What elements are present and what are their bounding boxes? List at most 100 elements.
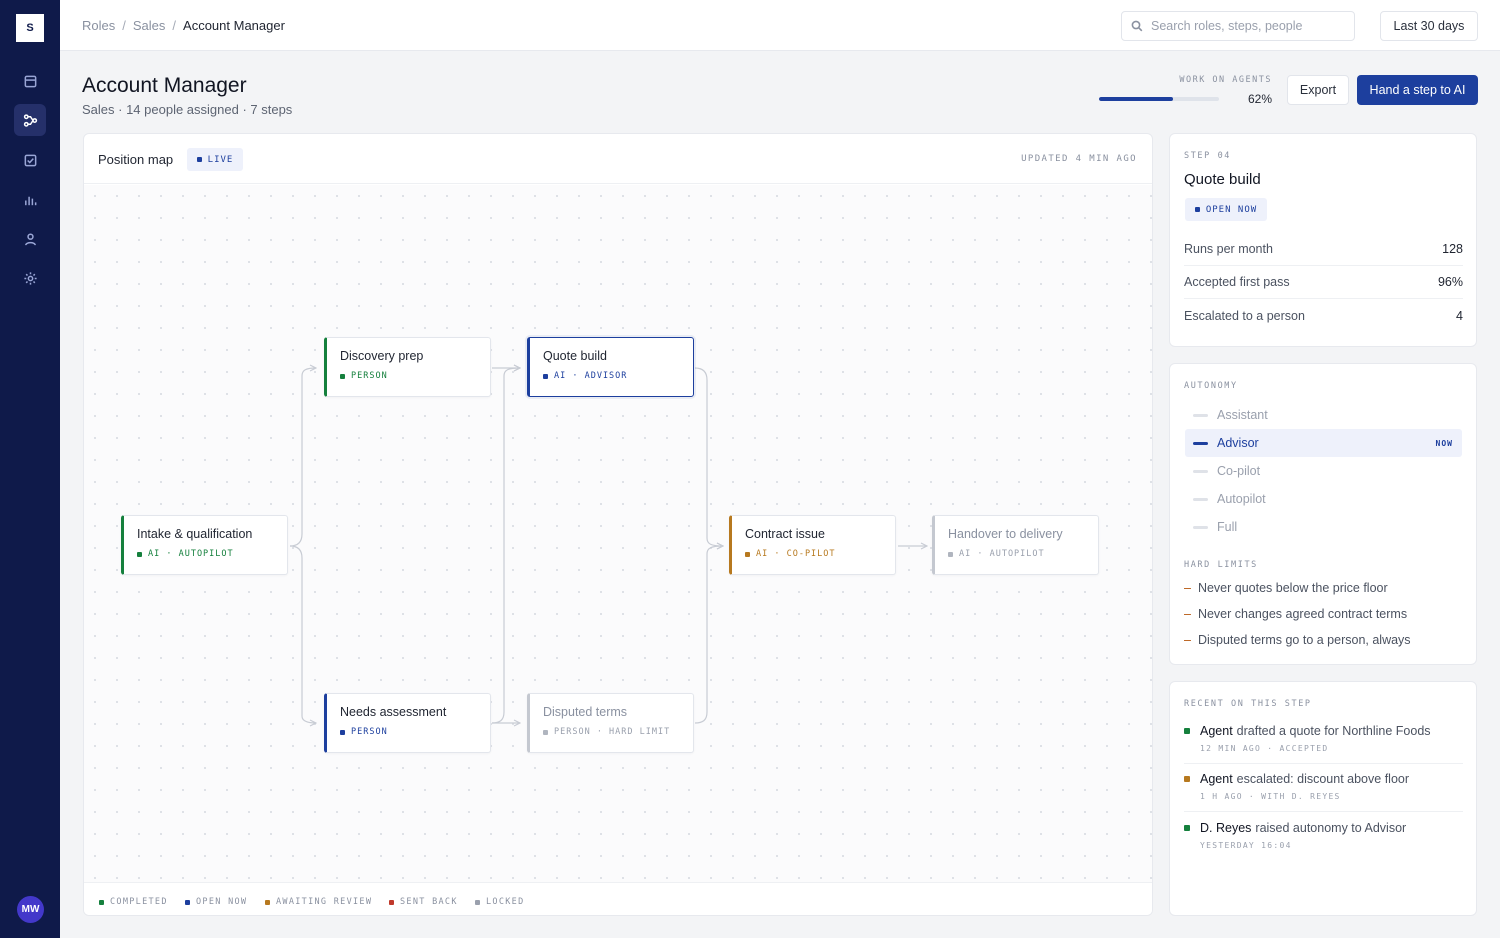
checkbox-icon bbox=[24, 154, 36, 166]
hard-limit-item: – Disputed terms go to a person, always bbox=[1184, 633, 1411, 647]
search-icon bbox=[1131, 20, 1143, 32]
node-discovery-prep[interactable]: Discovery prep PERSON bbox=[324, 337, 491, 397]
node-meta: AI · ADVISOR bbox=[543, 371, 627, 381]
app-logo[interactable]: S bbox=[16, 14, 44, 42]
top-bar: Roles/Sales/Account Manager Last 30 days bbox=[60, 0, 1500, 51]
node-contract-issue[interactable]: Contract issue AI · CO-PILOT bbox=[729, 515, 896, 575]
work-on-agents-label: WORK ON AGENTS bbox=[1179, 75, 1272, 85]
sidebar-item-analytics[interactable] bbox=[14, 184, 46, 216]
node-quote-build[interactable]: Quote build AI · ADVISOR bbox=[527, 337, 694, 397]
search-box[interactable] bbox=[1121, 11, 1355, 41]
activity-meta: YESTERDAY 16:04 bbox=[1200, 841, 1292, 850]
step-number-label: STEP 04 bbox=[1184, 151, 1232, 161]
sidebar-item-tasks[interactable] bbox=[14, 144, 46, 176]
status-dot bbox=[137, 551, 142, 557]
breadcrumb-sales[interactable]: Sales bbox=[133, 18, 166, 33]
node-meta: PERSON bbox=[340, 371, 388, 381]
sidebar-item-workflow[interactable] bbox=[14, 104, 46, 136]
autonomy-card: AUTONOMY Assistant Advisor NOW Co-pilot A… bbox=[1169, 363, 1477, 665]
status-dot bbox=[948, 551, 953, 557]
status-dot bbox=[745, 551, 750, 557]
node-title: Quote build bbox=[543, 349, 607, 363]
activity-item[interactable]: Agent drafted a quote for Northline Foods… bbox=[1184, 724, 1463, 764]
gear-icon bbox=[23, 271, 37, 285]
step-detail-card: STEP 04 Quote build OPEN NOW Runs per mo… bbox=[1169, 133, 1477, 347]
autonomy-level-advisor[interactable]: Advisor NOW bbox=[1185, 429, 1462, 457]
legend-open-now: OPEN NOW bbox=[185, 897, 247, 907]
node-disputed-terms[interactable]: Disputed terms PERSON · HARD LIMIT bbox=[527, 693, 694, 753]
legend-sent-back: SENT BACK bbox=[389, 897, 458, 907]
now-badge: NOW bbox=[1435, 438, 1453, 448]
person-icon bbox=[24, 233, 36, 245]
date-range-button[interactable]: Last 30 days bbox=[1380, 11, 1478, 41]
autonomy-level-co-pilot[interactable]: Co-pilot bbox=[1185, 457, 1462, 485]
status-dot bbox=[340, 373, 345, 379]
workflow-icon bbox=[23, 113, 37, 127]
stat-runs-per-month: Runs per month 128 bbox=[1184, 233, 1463, 266]
status-dot bbox=[1184, 776, 1190, 782]
node-meta: AI · AUTOPILOT bbox=[948, 549, 1045, 559]
legend-locked: LOCKED bbox=[475, 897, 525, 907]
recent-label: RECENT ON THIS STEP bbox=[1184, 699, 1312, 709]
autonomy-label: AUTONOMY bbox=[1184, 381, 1238, 391]
node-title: Intake & qualification bbox=[137, 527, 253, 541]
edge-quote-contract bbox=[694, 367, 723, 546]
activity-meta: 12 MIN AGO · ACCEPTED bbox=[1200, 744, 1329, 753]
position-map-panel: Position map LIVE UPDATED 4 MIN AGO Inta… bbox=[83, 133, 1153, 916]
export-button[interactable]: Export bbox=[1287, 75, 1349, 105]
sidebar-item-people[interactable] bbox=[14, 223, 46, 255]
work-on-agents-value: 62% bbox=[1247, 92, 1272, 106]
breadcrumb: Roles / Sales / Account Manager bbox=[82, 18, 285, 33]
step-title: Quote build bbox=[1184, 171, 1261, 188]
node-meta: PERSON bbox=[340, 727, 388, 737]
activity-item[interactable]: D. Reyes raised autonomy to Advisor YESTE… bbox=[1184, 821, 1463, 850]
autonomy-level-autopilot[interactable]: Autopilot bbox=[1185, 485, 1462, 513]
hard-limit-item: – Never changes agreed contract terms bbox=[1184, 607, 1408, 621]
breadcrumb-current: Account Manager bbox=[183, 18, 285, 33]
stat-escalated: Escalated to a person 4 bbox=[1184, 308, 1463, 323]
bar-chart-icon bbox=[24, 196, 36, 205]
node-title: Disputed terms bbox=[543, 705, 628, 719]
status-dot bbox=[1184, 825, 1190, 831]
autonomy-level-assistant[interactable]: Assistant bbox=[1185, 401, 1462, 429]
hard-limits-label: HARD LIMITS bbox=[1184, 560, 1258, 570]
stat-accepted-first-pass: Accepted first pass 96% bbox=[1184, 266, 1463, 299]
autonomy-level-full[interactable]: Full bbox=[1185, 513, 1462, 541]
step-status-badge: OPEN NOW bbox=[1185, 198, 1267, 221]
breadcrumb-roles[interactable]: Roles bbox=[82, 18, 115, 33]
legend-completed: COMPLETED bbox=[99, 897, 168, 907]
hand-step-to-ai-button[interactable]: Hand a step to AI bbox=[1357, 75, 1478, 105]
edge-intake-needs bbox=[289, 545, 316, 723]
sidebar-item-settings[interactable] bbox=[14, 262, 46, 294]
node-meta: PERSON · HARD LIMIT bbox=[543, 727, 670, 737]
status-dot bbox=[340, 729, 345, 735]
node-intake-qualification[interactable]: Intake & qualification AI · AUTOPILOT bbox=[121, 515, 288, 575]
status-dot bbox=[543, 373, 548, 379]
node-meta: AI · AUTOPILOT bbox=[137, 549, 234, 559]
map-legend: COMPLETED OPEN NOW AWAITING REVIEW SENT … bbox=[84, 882, 1152, 915]
work-on-agents-fill bbox=[1099, 97, 1174, 101]
node-handover-delivery[interactable]: Handover to delivery AI · AUTOPILOT bbox=[932, 515, 1099, 575]
work-on-agents-bar bbox=[1099, 97, 1219, 101]
sidebar: S MW bbox=[0, 0, 60, 938]
node-title: Discovery prep bbox=[340, 349, 424, 363]
sidebar-item-inbox[interactable] bbox=[14, 65, 46, 97]
node-meta: AI · CO-PILOT bbox=[745, 549, 836, 559]
node-title: Handover to delivery bbox=[948, 527, 1063, 541]
page-title: Account Manager bbox=[82, 74, 247, 97]
node-title: Contract issue bbox=[745, 527, 825, 541]
status-dot bbox=[543, 729, 548, 735]
user-avatar[interactable]: MW bbox=[17, 896, 44, 923]
hard-limit-item: – Never quotes below the price floor bbox=[1184, 581, 1388, 595]
edge-needs-quote bbox=[491, 368, 520, 724]
activity-meta: 1 H AGO · WITH D. REYES bbox=[1200, 792, 1341, 801]
edge-intake-discovery bbox=[289, 368, 316, 547]
legend-awaiting-review: AWAITING REVIEW bbox=[265, 897, 372, 907]
node-title: Needs assessment bbox=[340, 705, 447, 719]
page-subtitle: Sales · 14 people assigned · 7 steps bbox=[82, 102, 293, 117]
activity-item[interactable]: Agent escalated: discount above floor 1 H… bbox=[1184, 772, 1463, 812]
status-dot bbox=[1184, 728, 1190, 734]
node-needs-assessment[interactable]: Needs assessment PERSON bbox=[324, 693, 491, 753]
inbox-icon bbox=[24, 75, 36, 87]
search-input[interactable] bbox=[1151, 19, 1341, 33]
